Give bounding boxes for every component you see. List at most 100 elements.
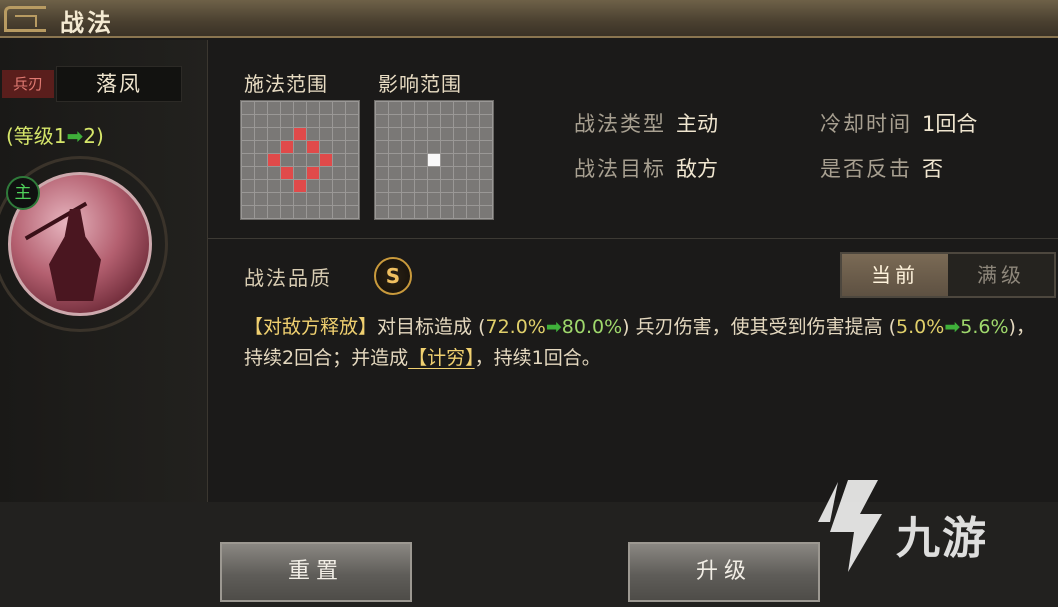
counter-key: 是否反击: [820, 157, 912, 181]
range-cell: [415, 115, 427, 127]
range-cell: [454, 154, 466, 166]
range-cell: [333, 154, 345, 166]
range-cell: [376, 206, 388, 218]
main-general-badge: 主: [6, 176, 40, 210]
range-cell: [467, 154, 479, 166]
range-cell: [389, 167, 401, 179]
range-cell: [255, 102, 267, 114]
range-cell: [376, 141, 388, 153]
page-title: 战法: [60, 9, 114, 37]
range-cell: [402, 180, 414, 192]
range-cell: [294, 167, 306, 179]
range-cell: [333, 180, 345, 192]
weapon-type-tag: 兵刃: [2, 70, 54, 98]
range-cell: [480, 180, 492, 192]
range-cell: [402, 167, 414, 179]
range-cell: [467, 102, 479, 114]
range-cell: [376, 193, 388, 205]
range-cell: [294, 206, 306, 218]
range-cell: [268, 167, 280, 179]
range-cell: [346, 154, 358, 166]
range-cell: [268, 193, 280, 205]
range-cell-active: [294, 180, 306, 192]
range-cell: [376, 128, 388, 140]
range-cell: [441, 180, 453, 192]
range-cell: [307, 128, 319, 140]
range-cell: [402, 154, 414, 166]
range-cell-active: [428, 154, 440, 166]
skill-description: 【对敌方释放】对目标造成 (72.0%➡80.0%) 兵刃伤害，使其受到伤害提高…: [244, 312, 1050, 374]
range-cell: [320, 115, 332, 127]
range-cell: [402, 206, 414, 218]
range-cell: [346, 167, 358, 179]
range-cell: [441, 141, 453, 153]
range-cell: [441, 102, 453, 114]
range-cell: [346, 180, 358, 192]
range-cell: [294, 102, 306, 114]
range-cell: [281, 154, 293, 166]
range-cell: [242, 141, 254, 153]
counter-value: 否: [922, 157, 943, 181]
damage-taken-new: 5.6%: [960, 316, 1009, 338]
range-cell-active: [281, 141, 293, 153]
range-cell-active: [307, 141, 319, 153]
range-cell: [467, 206, 479, 218]
range-cell: [389, 180, 401, 192]
watermark-logo-icon: [818, 480, 882, 572]
range-cell: [402, 102, 414, 114]
range-cell: [428, 128, 440, 140]
skill-level: (等级1➡2): [6, 120, 104, 149]
range-cell: [294, 115, 306, 127]
section-divider: [208, 238, 1058, 239]
status-keyword-link[interactable]: 【计穷】: [408, 347, 475, 369]
upgrade-arrow-icon: ➡: [944, 316, 961, 338]
tab-max-level[interactable]: 满级: [948, 254, 1054, 296]
range-cell: [415, 154, 427, 166]
range-cell: [320, 102, 332, 114]
range-cell: [454, 115, 466, 127]
range-cell: [268, 206, 280, 218]
range-cell: [402, 141, 414, 153]
range-cell-active: [281, 167, 293, 179]
range-cell: [242, 102, 254, 114]
range-cell: [415, 193, 427, 205]
range-cell: [333, 167, 345, 179]
range-cell: [441, 115, 453, 127]
range-cell: [454, 180, 466, 192]
range-cell: [307, 206, 319, 218]
range-cell: [333, 193, 345, 205]
range-cell: [333, 141, 345, 153]
range-cell: [428, 180, 440, 192]
tab-current[interactable]: 当前: [842, 254, 948, 296]
skill-target-value: 敌方: [676, 157, 718, 181]
range-cell: [346, 128, 358, 140]
watermark-text: 九游: [896, 513, 988, 564]
cooldown-row: 冷却时间 1回合: [820, 108, 977, 138]
title-bar: 战法: [0, 0, 1058, 38]
range-cell: [480, 102, 492, 114]
reset-button[interactable]: 重置: [220, 542, 412, 602]
range-cell: [480, 167, 492, 179]
range-cell: [480, 128, 492, 140]
cooldown-value: 1回合: [922, 112, 978, 136]
range-cell: [320, 180, 332, 192]
upgrade-button[interactable]: 升级: [628, 542, 820, 602]
range-cell: [480, 154, 492, 166]
range-cell: [415, 128, 427, 140]
range-cell: [467, 193, 479, 205]
skill-target-key: 战法目标: [574, 157, 666, 181]
range-cell: [255, 167, 267, 179]
cast-range-grid: [240, 100, 360, 220]
cooldown-key: 冷却时间: [820, 112, 912, 136]
range-cell: [242, 180, 254, 192]
range-cell: [376, 115, 388, 127]
range-cell: [428, 115, 440, 127]
range-cell: [346, 141, 358, 153]
damage-rate-new: 80.0%: [561, 316, 623, 338]
range-cell: [307, 154, 319, 166]
range-cell: [242, 193, 254, 205]
range-cell: [333, 115, 345, 127]
range-cell: [441, 193, 453, 205]
skill-quality-label: 战法品质: [244, 266, 332, 290]
range-cell: [454, 206, 466, 218]
